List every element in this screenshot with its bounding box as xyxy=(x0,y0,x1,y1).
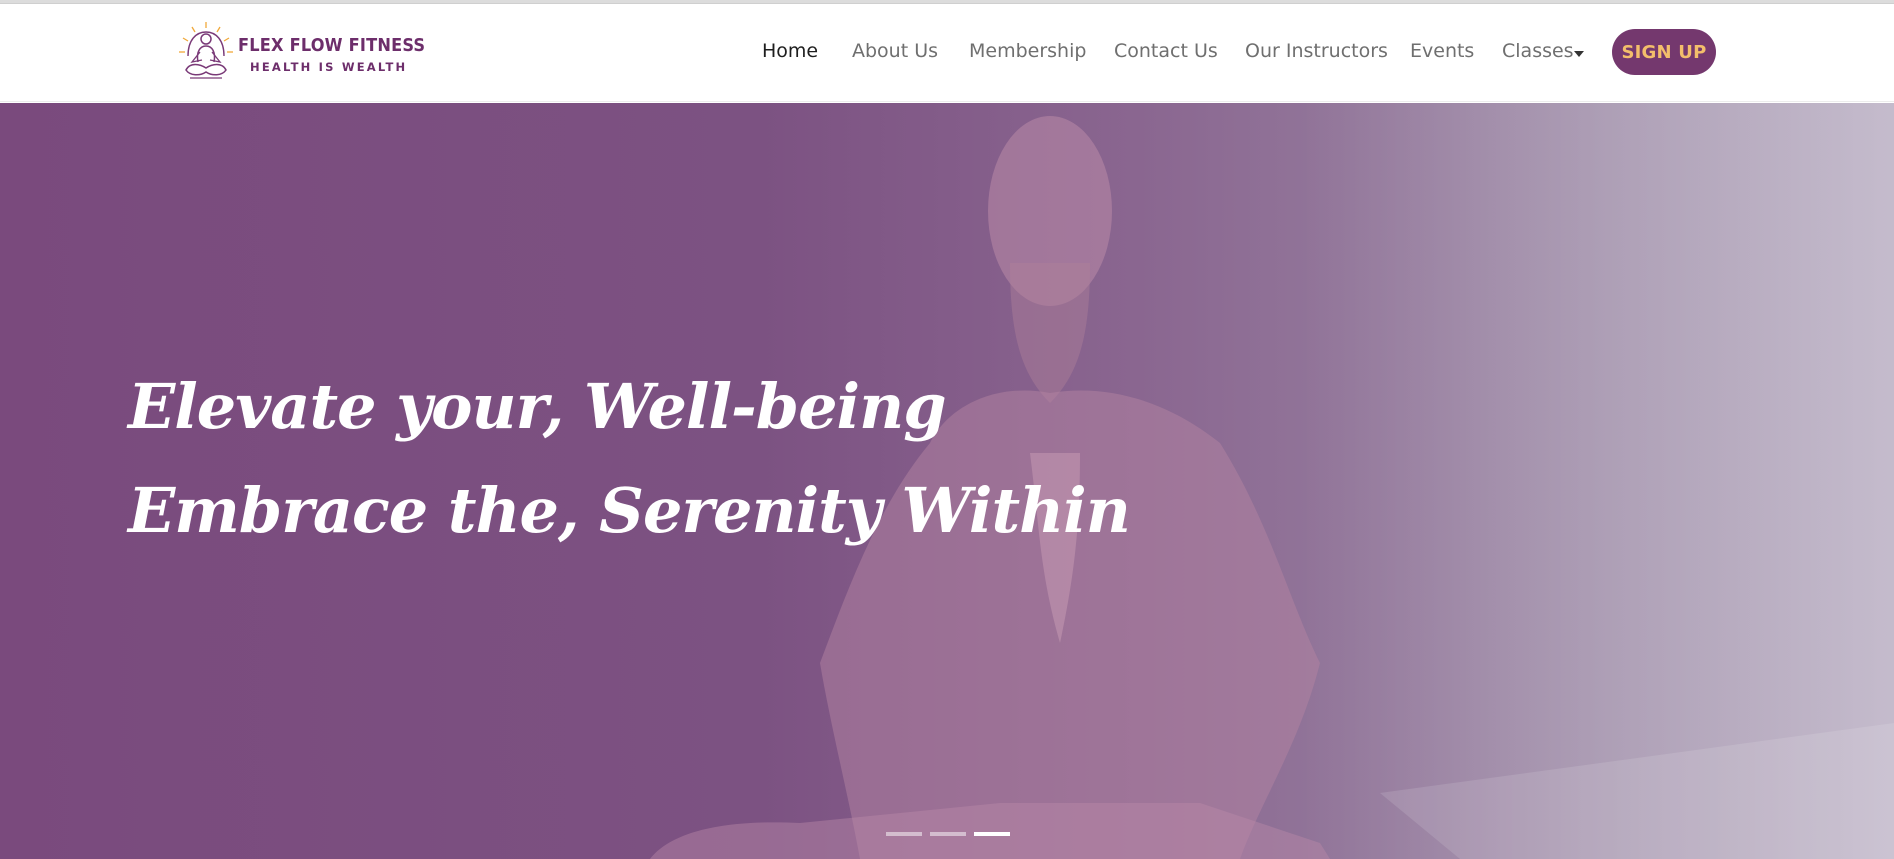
brand-name: FLEX FLOW FITNESS xyxy=(238,35,426,56)
brand-logo-link[interactable]: FLEX FLOW FITNESS HEALTH IS WEALTH xyxy=(174,18,425,88)
hero-headline: Elevate your, Well-being Embrace the, Se… xyxy=(128,355,1131,563)
meditation-logo-icon xyxy=(179,22,233,79)
navbar: FLEX FLOW FITNESS HEALTH IS WEALTH Home … xyxy=(0,4,1894,102)
carousel-indicators xyxy=(886,832,1010,836)
hero-carousel: Elevate your, Well-being Embrace the, Se… xyxy=(0,103,1894,859)
nav-dropdown-classes[interactable]: Classes xyxy=(1502,40,1574,62)
nav-link-contact-us[interactable]: Contact Us xyxy=(1114,40,1218,62)
sign-up-button[interactable]: SIGN UP xyxy=(1612,29,1716,75)
nav-link-home[interactable]: Home xyxy=(762,40,818,62)
carousel-indicator-2[interactable] xyxy=(930,832,966,836)
nav-link-about-us[interactable]: About Us xyxy=(852,40,938,62)
hero-headline-line-2: Embrace the, Serenity Within xyxy=(128,474,1131,547)
nav-link-events[interactable]: Events xyxy=(1410,40,1474,62)
carousel-indicator-1[interactable] xyxy=(886,832,922,836)
chevron-down-icon xyxy=(1574,51,1584,57)
brand-tagline: HEALTH IS WEALTH xyxy=(250,60,408,74)
nav-link-membership[interactable]: Membership xyxy=(969,40,1086,62)
hero-headline-line-1: Elevate your, Well-being xyxy=(128,370,947,443)
carousel-indicator-3[interactable] xyxy=(974,832,1010,836)
nav-link-our-instructors[interactable]: Our Instructors xyxy=(1245,40,1388,62)
